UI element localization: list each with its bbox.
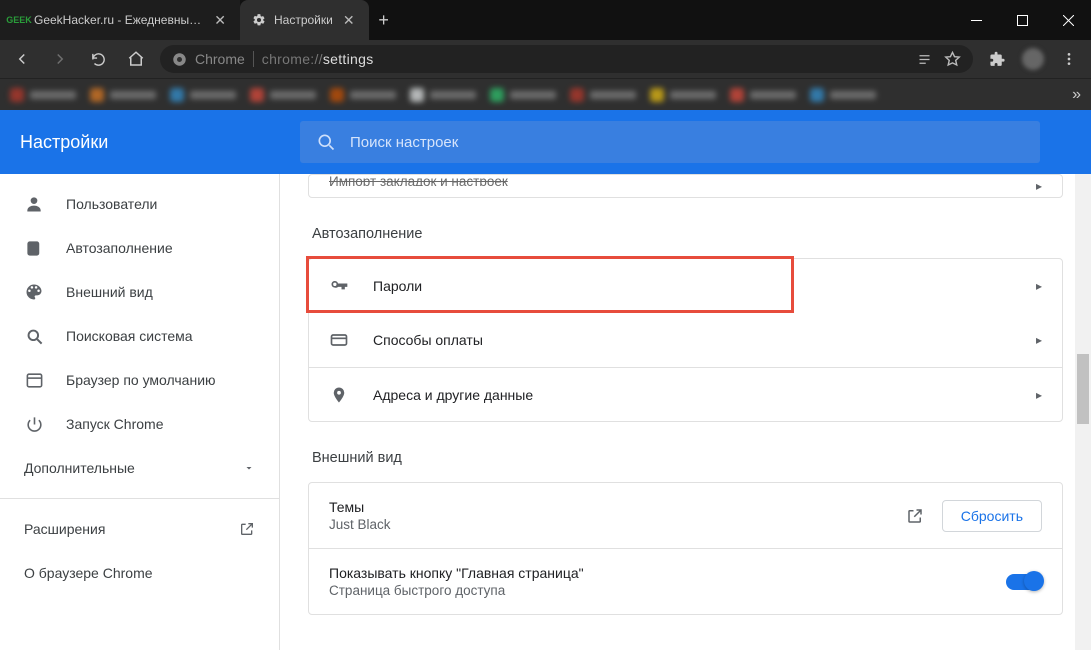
tab-label: Настройки <box>274 13 333 27</box>
row-label: Пароли <box>373 278 422 294</box>
row-show-home-button[interactable]: Показывать кнопку "Главная страница" Стр… <box>309 548 1062 614</box>
nav-label: Браузер по умолчанию <box>66 372 216 388</box>
place-icon <box>329 386 349 404</box>
home-button-toggle[interactable] <box>1006 574 1042 590</box>
back-button[interactable] <box>8 45 36 73</box>
tab-strip: GEEK GeekHacker.ru - Ежедневный ж… ✕ Нас… <box>0 0 953 40</box>
chevron-right-icon: ▸ <box>1036 333 1042 347</box>
search-icon <box>316 132 336 152</box>
settings-page: Настройки Пользователи Автозаполнение Вн… <box>0 110 1091 650</box>
row-import-bookmarks[interactable]: Импорт закладок и настроек ▸ <box>309 175 1062 197</box>
row-payment-methods[interactable]: Способы оплаты ▸ <box>309 313 1062 367</box>
row-label: Показывать кнопку "Главная страница" <box>329 565 584 581</box>
window-controls <box>953 0 1091 40</box>
power-icon <box>24 414 44 434</box>
row-label: Темы <box>329 499 391 515</box>
assignment-icon <box>24 238 44 258</box>
forward-button[interactable] <box>46 45 74 73</box>
chevron-right-icon: ▸ <box>1036 279 1042 293</box>
nav-label: Пользователи <box>66 196 157 212</box>
bookmarks-bar: » <box>0 78 1091 110</box>
section-appearance-title: Внешний вид <box>312 450 1059 466</box>
nav-label: Внешний вид <box>66 284 153 300</box>
card-truncated: Импорт закладок и настроек ▸ <box>308 174 1063 198</box>
favicon-gear-icon <box>252 13 266 27</box>
maximize-button[interactable] <box>999 0 1045 40</box>
browser-toolbar: Chrome chrome://settings <box>0 40 1091 78</box>
reload-button[interactable] <box>84 45 112 73</box>
palette-icon <box>24 282 44 302</box>
open-in-new-icon <box>239 521 255 537</box>
minimize-button[interactable] <box>953 0 999 40</box>
settings-search[interactable] <box>300 121 1040 163</box>
card-appearance: Темы Just Black Сбросить Показывать кноп… <box>308 482 1063 615</box>
addressbar-url: chrome://settings <box>262 51 374 67</box>
close-window-button[interactable] <box>1045 0 1091 40</box>
row-sublabel: Just Black <box>329 517 391 532</box>
window-titlebar: GEEK GeekHacker.ru - Ежедневный ж… ✕ Нас… <box>0 0 1091 40</box>
nav-label: Автозаполнение <box>66 240 173 256</box>
nav-startup[interactable]: Запуск Chrome <box>0 402 279 446</box>
settings-header: Настройки <box>0 110 1091 174</box>
nav-default-browser[interactable]: Браузер по умолчанию <box>0 358 279 402</box>
home-button[interactable] <box>122 45 150 73</box>
open-in-new-icon[interactable] <box>906 507 924 525</box>
new-tab-button[interactable]: + <box>369 0 399 40</box>
nav-label: О браузере Chrome <box>24 565 153 581</box>
key-icon <box>329 276 349 296</box>
row-label: Адреса и другие данные <box>373 387 533 403</box>
search-icon <box>24 326 44 346</box>
chevron-right-icon: ▸ <box>1036 179 1042 193</box>
row-passwords[interactable]: Пароли ▸ <box>309 259 1062 313</box>
chrome-icon <box>172 52 187 67</box>
row-label: Импорт закладок и настроек <box>329 174 508 186</box>
nav-label: Поисковая система <box>66 328 193 344</box>
settings-search-input[interactable] <box>350 134 1024 151</box>
card-icon <box>329 330 349 350</box>
content-scrollbar[interactable] <box>1075 174 1091 650</box>
row-sublabel: Страница быстрого доступа <box>329 583 584 598</box>
row-addresses[interactable]: Адреса и другие данные ▸ <box>309 367 1062 421</box>
settings-sidebar: Пользователи Автозаполнение Внешний вид … <box>0 174 280 650</box>
tab-geekhacker[interactable]: GEEK GeekHacker.ru - Ежедневный ж… ✕ <box>0 0 240 40</box>
nav-autofill[interactable]: Автозаполнение <box>0 226 279 270</box>
nav-users[interactable]: Пользователи <box>0 182 279 226</box>
tab-label: GeekHacker.ru - Ежедневный ж… <box>34 13 204 27</box>
extensions-puzzle-icon[interactable] <box>983 45 1011 73</box>
section-autofill-title: Автозаполнение <box>312 226 1059 242</box>
favicon-geek: GEEK <box>12 13 26 27</box>
chevron-down-icon <box>243 462 255 474</box>
nav-about[interactable]: О браузере Chrome <box>0 551 279 595</box>
nav-label: Расширения <box>24 521 105 537</box>
chevron-right-icon: ▸ <box>1036 388 1042 402</box>
browser-icon <box>24 370 44 390</box>
bookmarks-overflow-icon[interactable]: » <box>1072 86 1081 104</box>
card-autofill: Пароли ▸ Способы оплаты ▸ Адреса и други… <box>308 258 1063 422</box>
nav-extensions[interactable]: Расширения <box>0 507 279 551</box>
divider <box>0 498 279 499</box>
addressbar-origin: Chrome <box>195 51 254 67</box>
close-icon[interactable]: ✕ <box>341 12 357 29</box>
reading-list-icon[interactable] <box>917 52 932 67</box>
address-bar[interactable]: Chrome chrome://settings <box>160 45 973 73</box>
nav-label: Дополнительные <box>24 460 135 476</box>
menu-button[interactable] <box>1055 45 1083 73</box>
reset-theme-button[interactable]: Сбросить <box>942 500 1042 532</box>
settings-content[interactable]: Импорт закладок и настроек ▸ Автозаполне… <box>280 174 1091 650</box>
nav-appearance[interactable]: Внешний вид <box>0 270 279 314</box>
nav-search-engine[interactable]: Поисковая система <box>0 314 279 358</box>
profile-avatar[interactable] <box>1019 45 1047 73</box>
bookmark-star-icon[interactable] <box>944 51 961 68</box>
row-theme[interactable]: Темы Just Black Сбросить <box>309 483 1062 548</box>
row-label: Способы оплаты <box>373 332 483 348</box>
nav-label: Запуск Chrome <box>66 416 163 432</box>
scrollbar-thumb[interactable] <box>1077 354 1089 424</box>
settings-title: Настройки <box>20 132 300 153</box>
close-icon[interactable]: ✕ <box>212 12 228 29</box>
person-icon <box>24 194 44 214</box>
tab-settings[interactable]: Настройки ✕ <box>240 0 369 40</box>
nav-advanced[interactable]: Дополнительные <box>0 446 279 490</box>
